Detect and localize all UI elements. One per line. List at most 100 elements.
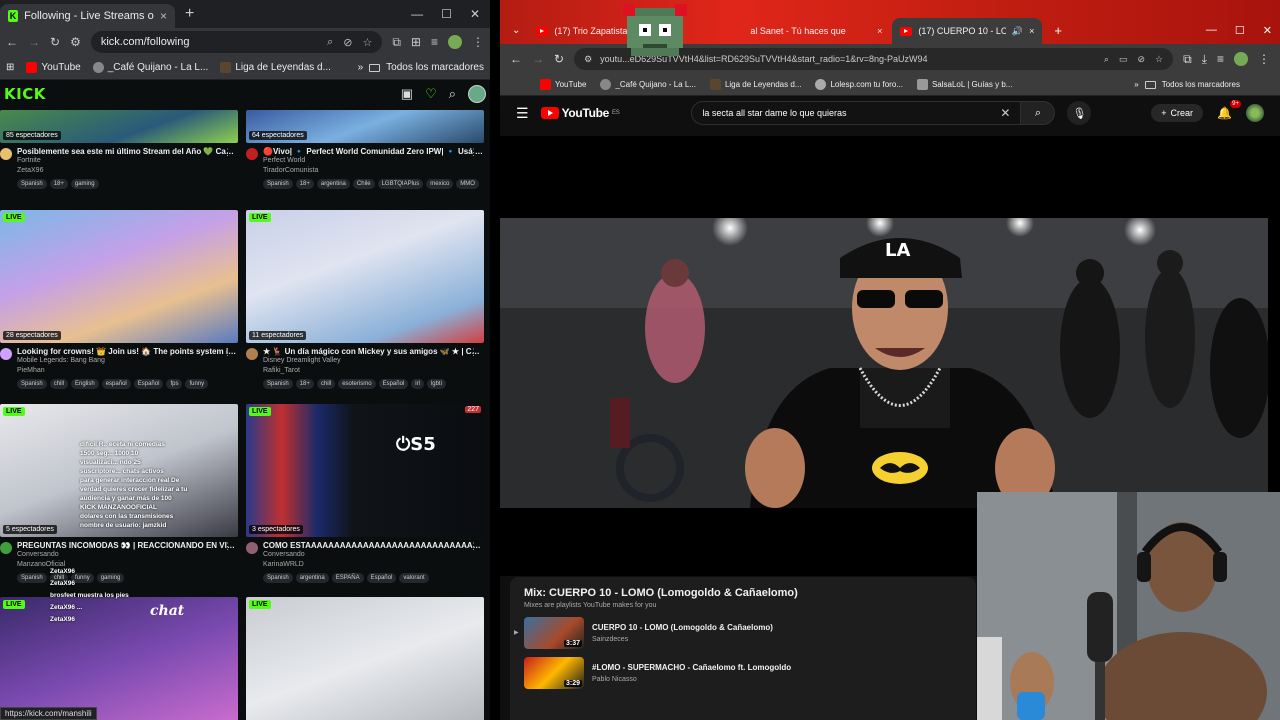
tag-chip[interactable]: 18+ xyxy=(295,179,314,189)
site-info-icon[interactable]: ⚙ xyxy=(70,35,81,49)
more-options-icon[interactable]: ⋮ xyxy=(223,347,232,358)
tracking-icon[interactable]: ⊘ xyxy=(1137,54,1145,65)
stream-title[interactable]: ★ 🦌 Un día mágico con Mickey y sus amigo… xyxy=(263,347,484,356)
stream-thumbnail[interactable]: LIVE 28 espectadores xyxy=(0,210,238,343)
tag-chip[interactable]: Spanish xyxy=(17,179,47,189)
stream-title[interactable]: COMO ESTAAAAAAAAAAAAAAAAAAAAAAAAAAAAAAAA… xyxy=(263,541,484,550)
bookmark-item[interactable]: Liga de Leyendas d... xyxy=(220,62,331,73)
tab-cuerpo-10[interactable]: (17) CUERPO 10 - LOMO (L 🔊 × xyxy=(892,18,1043,44)
minimize-button[interactable]: — xyxy=(1206,24,1217,37)
store-icon[interactable]: ▣ xyxy=(401,86,413,102)
account-avatar[interactable] xyxy=(1246,104,1264,122)
tag-chip[interactable]: Español xyxy=(366,573,397,583)
tag-chip[interactable]: ESPAÑA xyxy=(331,573,364,583)
streamer-avatar[interactable] xyxy=(0,348,12,360)
youtube-logo[interactable]: YouTube ES xyxy=(540,106,620,120)
search-button[interactable]: ⌕ xyxy=(1021,101,1056,125)
bookmark-item[interactable]: Liga de Leyendas d... xyxy=(709,79,801,90)
tag-chip[interactable]: español xyxy=(101,379,131,389)
forward-icon[interactable]: → xyxy=(28,35,40,49)
tag-chip[interactable]: English xyxy=(71,379,99,389)
menu-icon[interactable]: ⋮ xyxy=(1258,52,1270,66)
stream-card[interactable]: 85 espectadores Posiblemente sea este mi … xyxy=(0,110,238,189)
user-avatar[interactable] xyxy=(468,85,486,103)
streamer-name[interactable]: ZetaX96 xyxy=(17,166,238,176)
tag-chip[interactable]: 18+ xyxy=(295,379,314,389)
close-tab-icon[interactable]: × xyxy=(877,26,882,36)
create-button[interactable]: + Crear xyxy=(1151,104,1204,122)
tag-chip[interactable]: irl xyxy=(411,379,424,389)
tag-chip[interactable]: Chile xyxy=(352,179,375,189)
tag-chip[interactable]: gaming xyxy=(70,179,99,189)
tag-chip[interactable]: Spanish xyxy=(263,379,293,389)
bookmark-item[interactable]: Lolesp.com tu foro... xyxy=(815,79,903,90)
more-options-icon[interactable]: ⋮ xyxy=(469,147,478,158)
speaker-icon[interactable]: 🔊 xyxy=(1012,26,1023,37)
tag-chip[interactable]: lgbti xyxy=(426,379,446,389)
bookmarks-more-icon[interactable]: » xyxy=(358,62,364,73)
stream-card[interactable]: LIVE 11 espectadores ★ 🦌 Un día mágico con… xyxy=(246,210,484,389)
new-tab-button[interactable]: + xyxy=(175,5,204,23)
stream-card[interactable]: LIVE 28 espectadores Looking for crowns! 👑… xyxy=(0,210,238,389)
media-icon[interactable]: ≡ xyxy=(431,35,438,49)
tag-chip[interactable]: 18+ xyxy=(49,179,68,189)
more-options-icon[interactable]: ⋮ xyxy=(469,541,478,552)
stream-thumbnail[interactable]: LIVE 11 espectadores xyxy=(246,210,484,343)
reload-icon[interactable]: ↻ xyxy=(50,35,60,49)
more-options-icon[interactable]: ⋮ xyxy=(223,147,232,158)
stream-category[interactable]: Fortnite xyxy=(17,156,238,166)
tag-chip[interactable]: esoterismo xyxy=(338,379,376,389)
download-icon[interactable]: ⤓ xyxy=(1202,52,1207,67)
streamer-name[interactable]: PieMhan xyxy=(17,366,238,376)
tag-chip[interactable]: MMO xyxy=(456,179,479,189)
hamburger-menu-icon[interactable]: ☰ xyxy=(516,105,529,122)
close-tab-icon[interactable]: × xyxy=(160,9,167,23)
stream-card[interactable]: 64 espectadores 🔴Vivo| 🔹 Perfect World Co… xyxy=(246,110,484,189)
profile-icon[interactable] xyxy=(448,35,462,49)
streamer-name[interactable]: KarinaWRLD xyxy=(263,560,484,570)
puzzle-icon[interactable]: ⊞ xyxy=(411,35,421,49)
maximize-button[interactable]: ☐ xyxy=(1235,24,1245,37)
zoom-icon[interactable]: ⌕ xyxy=(1104,54,1109,65)
tab-kick-following[interactable]: K Following - Live Streams on Kic × xyxy=(0,4,175,28)
bookmark-star-icon[interactable]: ☆ xyxy=(362,36,372,49)
stream-card[interactable]: LIVE xyxy=(246,597,484,720)
notifications-button[interactable]: 🔔 9+ xyxy=(1217,100,1241,120)
extension-icon[interactable]: ⧉ xyxy=(1183,52,1192,67)
stream-thumbnail[interactable]: LIVE 3 espectadores ⏻S5 227 xyxy=(246,404,484,537)
tag-chip[interactable]: LGBTQIAPlus xyxy=(377,179,424,189)
site-info-icon[interactable]: ⚙ xyxy=(584,54,592,65)
stream-category[interactable]: Conversando xyxy=(17,550,238,560)
tag-chip[interactable]: fps xyxy=(166,379,183,389)
streamer-avatar[interactable] xyxy=(246,542,258,554)
stream-card[interactable]: LIVE 3 espectadores ⏻S5 227 COMO ESTAAAAAAAA… xyxy=(246,404,484,583)
stream-thumbnail[interactable]: 64 espectadores xyxy=(246,110,484,143)
close-window-button[interactable]: ✕ xyxy=(470,7,480,21)
tag-chip[interactable]: Spanish xyxy=(263,179,293,189)
streamer-avatar[interactable] xyxy=(246,348,258,360)
zoom-icon[interactable]: ⌕ xyxy=(327,36,333,49)
playlist-item[interactable]: ▶ 3:37 CUERPO 10 - LOMO (Lomogoldo & Cañ… xyxy=(514,617,962,649)
back-icon[interactable]: ← xyxy=(6,35,18,49)
more-options-icon[interactable]: ⋮ xyxy=(469,347,478,358)
new-tab-button[interactable]: + xyxy=(1044,23,1072,44)
stream-category[interactable]: Disney Dreamlight Valley xyxy=(263,356,484,366)
all-bookmarks-label[interactable]: Todos los marcadores xyxy=(386,62,484,73)
bookmark-item[interactable]: _Café Quijano - La L... xyxy=(92,62,208,73)
bookmark-item[interactable]: _Café Quijano - La L... xyxy=(600,79,696,90)
streamer-name[interactable]: TiradorComunista xyxy=(263,166,484,176)
bookmark-item[interactable]: YouTube xyxy=(540,79,586,90)
cast-icon[interactable]: ▭ xyxy=(1119,54,1128,65)
playlist-item[interactable]: 3:29 #LOMO - SUPERMACHO - Cañaelomo ft. … xyxy=(524,657,962,689)
tag-chip[interactable]: mexico xyxy=(426,179,454,189)
tag-chip[interactable]: Spanish xyxy=(17,573,47,583)
tag-chip[interactable]: Spanish xyxy=(263,573,293,583)
stream-category[interactable]: Perfect World xyxy=(263,156,484,166)
tab-tu-haces-que[interactable]: al Sanet - Tú haces que × xyxy=(680,18,890,44)
tag-chip[interactable]: chill xyxy=(316,379,336,389)
tag-chip[interactable]: valorant xyxy=(399,573,429,583)
tracking-icon[interactable]: ⊘ xyxy=(343,36,352,49)
forward-icon[interactable]: → xyxy=(532,52,544,66)
apps-icon[interactable]: ⊞ xyxy=(6,62,14,73)
close-tab-icon[interactable]: × xyxy=(1029,26,1034,36)
